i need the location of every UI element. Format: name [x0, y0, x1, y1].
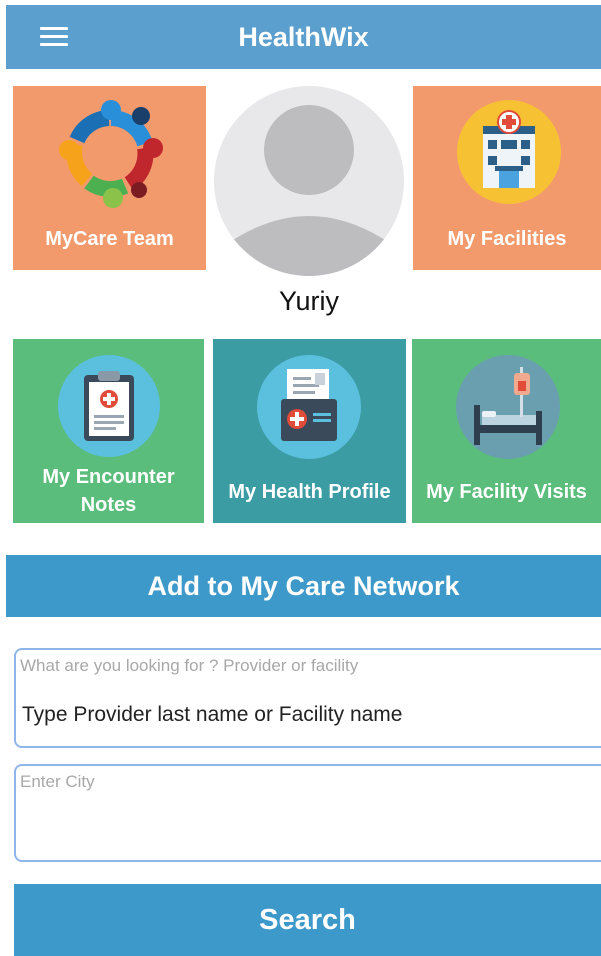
tile-label: My Health Profile [228, 481, 391, 503]
tile-label-line1: My Encounter [42, 466, 175, 488]
search-button[interactable]: Search [14, 884, 601, 956]
app-title: HealthWix [238, 22, 369, 52]
tile-label: My Facilities [447, 228, 567, 250]
provider-search-input[interactable] [22, 702, 582, 728]
tile-health-profile[interactable]: My Health Profile [213, 339, 406, 523]
city-input[interactable] [22, 814, 582, 840]
city-field[interactable]: Enter City [14, 764, 601, 862]
tile-label-line2: Notes [80, 494, 137, 516]
tile-my-facilities[interactable]: My Facilities [413, 86, 601, 270]
tile-facility-visits[interactable]: My Facility Visits [412, 339, 601, 523]
tile-label: My Facility Visits [426, 481, 587, 503]
clipboard-medical-icon [58, 355, 160, 457]
hospital-bed-icon [456, 355, 560, 459]
tile-label: MyCare Team [45, 228, 174, 250]
tile-mycare-team[interactable]: MyCare Team [13, 86, 206, 270]
medical-folder-icon [257, 355, 361, 459]
city-field-label: Enter City [20, 772, 95, 791]
provider-facility-field[interactable]: What are you looking for ? Provider or f… [14, 648, 601, 748]
user-silhouette-icon [224, 105, 394, 276]
team-circle-icon [59, 100, 163, 208]
tile-encounter-notes[interactable]: My Encounter Notes [13, 339, 204, 523]
add-care-network-header: Add to My Care Network [6, 555, 601, 617]
app-header: HealthWix [6, 5, 601, 69]
hospital-building-icon [457, 100, 561, 204]
avatar[interactable] [214, 86, 404, 276]
provider-field-label: What are you looking for ? Provider or f… [20, 656, 359, 675]
username: Yuriy [278, 286, 340, 316]
